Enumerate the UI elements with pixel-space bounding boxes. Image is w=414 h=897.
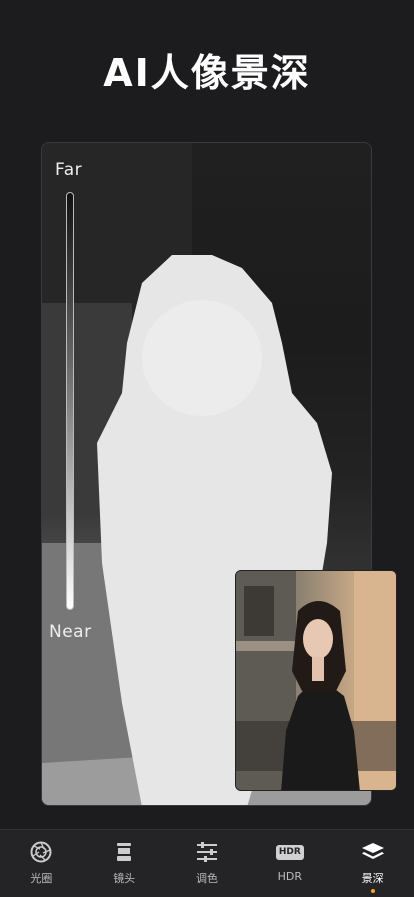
active-tab-indicator: [370, 889, 375, 893]
page-title: AI人像景深: [103, 51, 311, 95]
aperture-icon: [29, 840, 53, 864]
depth-scale-bar: [66, 192, 74, 610]
portrait-photo: [236, 571, 396, 790]
hdr-icon: HDR: [275, 840, 304, 864]
tab-hdr[interactable]: HDR HDR: [249, 830, 331, 897]
tab-hdr-label: HDR: [277, 870, 302, 883]
tab-depth-of-field[interactable]: 景深: [332, 830, 414, 897]
tab-lens[interactable]: 镜头: [83, 830, 165, 897]
original-photo-thumbnail[interactable]: [235, 570, 397, 791]
tab-lens-label: 镜头: [113, 872, 136, 885]
hdr-badge: HDR: [275, 844, 304, 860]
layers-icon: [361, 840, 385, 864]
tab-aperture-label: 光圈: [30, 872, 53, 885]
sliders-icon: [195, 840, 219, 864]
lens-icon: [112, 840, 136, 864]
tab-depth-of-field-label: 景深: [361, 872, 384, 885]
near-label: Near: [49, 622, 92, 642]
far-label: Far: [55, 160, 83, 180]
tab-color-grading-label: 调色: [195, 872, 218, 885]
tab-aperture[interactable]: 光圈: [0, 830, 82, 897]
bottom-tab-bar: 光圈 镜头 调色 HDR HDR 景深: [0, 829, 414, 897]
tab-color-grading[interactable]: 调色: [166, 830, 248, 897]
